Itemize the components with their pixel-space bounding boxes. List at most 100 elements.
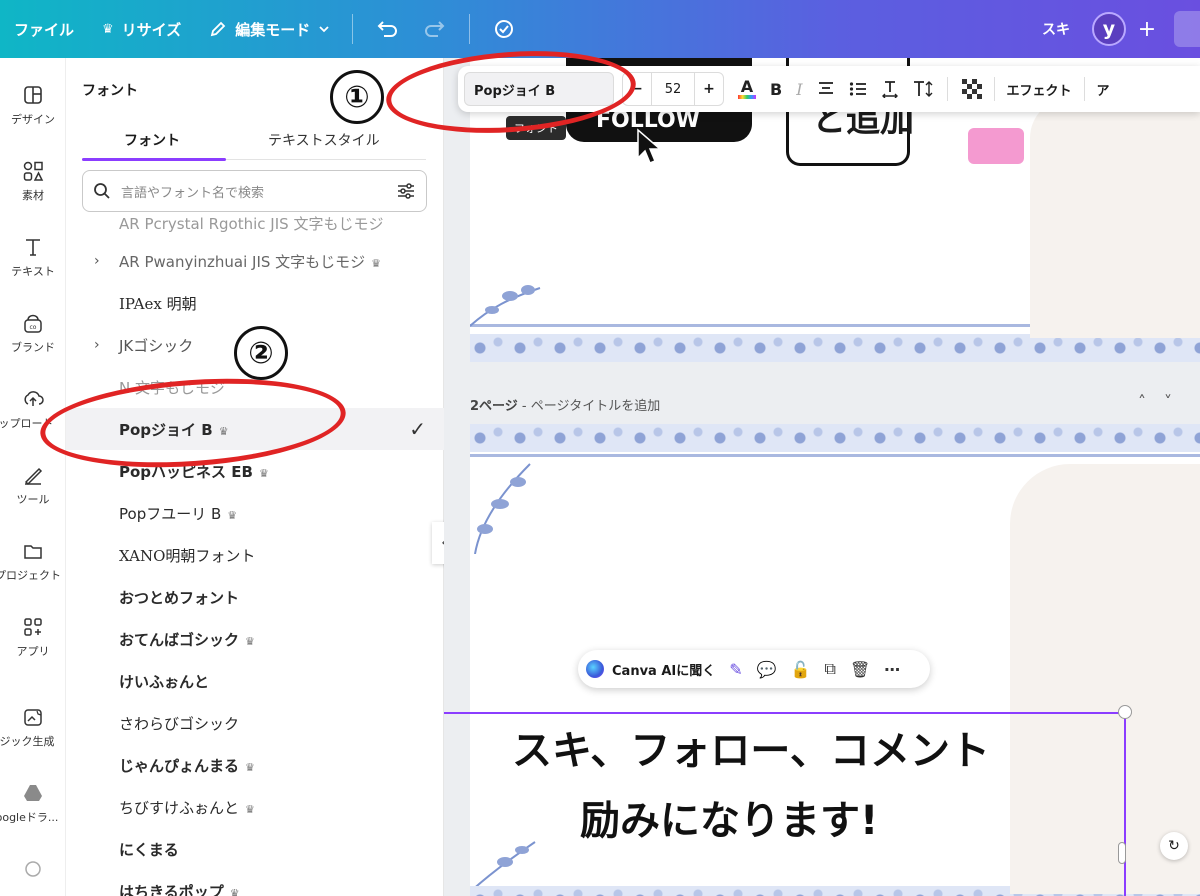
letter-spacing-button[interactable] <box>881 80 899 98</box>
page-nav[interactable]: ˄˅ <box>1138 392 1190 411</box>
font-item[interactable]: IPAex 明朝 <box>66 282 444 324</box>
crown-icon: ♛ <box>245 634 255 648</box>
font-item[interactable]: ちびすけふぉんと ♛ <box>66 786 444 828</box>
elements-icon <box>23 161 44 181</box>
like-label[interactable]: スキ <box>1042 19 1070 39</box>
resize-handle[interactable] <box>1118 705 1132 719</box>
google-drive-icon <box>24 785 42 801</box>
rail-label: ツール <box>16 493 50 506</box>
plus-icon: + <box>1137 16 1157 42</box>
headline-line-2[interactable]: 励みになります! <box>580 788 878 846</box>
magic-edit-icon[interactable]: ✎ <box>729 660 742 679</box>
search-icon <box>94 183 110 199</box>
resize-handle[interactable] <box>1118 842 1126 864</box>
rail-item-text[interactable]: テキスト <box>0 236 66 279</box>
rail-item-brand[interactable]: co ブランド <box>0 312 66 355</box>
font-item[interactable]: じゃんぴょんまる ♛ <box>66 744 444 786</box>
cloud-check-icon <box>495 20 514 38</box>
font-label: じゃんぴょんまる <box>119 756 240 775</box>
bold-button[interactable]: B <box>770 80 782 99</box>
rail-item-design[interactable]: デザイン <box>0 84 66 127</box>
apps-icon <box>24 618 42 636</box>
tab-text-styles[interactable]: テキストスタイル <box>268 130 380 150</box>
rail-item-apps[interactable]: アプリ <box>0 616 66 659</box>
text-icon <box>26 239 40 256</box>
font-label: はちきるポップ <box>119 882 224 896</box>
crown-icon: ♛ <box>245 802 255 816</box>
crown-icon: ♛ <box>258 466 269 480</box>
font-size-input[interactable]: 52 <box>651 73 695 105</box>
trash-icon[interactable]: 🗑 <box>850 660 870 679</box>
top-bar: ファイル ♛ リサイズ 編集モード スキ y + <box>0 0 1200 58</box>
filter-icon[interactable] <box>396 182 416 200</box>
size-increase-button[interactable]: + <box>695 73 723 105</box>
font-item[interactable]: › AR Pwanyinzhuai JIS 文字もじモジ ♛ <box>66 240 444 282</box>
font-name: XANO明朝フォント <box>119 546 256 565</box>
font-search-input[interactable]: 言語やフォント名で検索 <box>82 170 427 212</box>
rotate-icon[interactable]: ↻ <box>1160 832 1188 860</box>
list-icon <box>849 82 866 96</box>
tab-fonts[interactable]: フォント <box>124 130 180 150</box>
rail-item-magic-media[interactable]: ジック生成 <box>0 706 66 749</box>
ask-canva-ai-button[interactable]: Canva AIに聞く <box>612 660 715 679</box>
heart-icon <box>968 128 1024 164</box>
font-name: AR Pcrystal Rgothic JIS 文字もじモジ <box>119 216 384 233</box>
undo-button[interactable] <box>361 0 411 58</box>
chevron-up-icon[interactable]: ˄ <box>1138 392 1164 411</box>
font-item[interactable]: Popフユーリ B ♛ <box>66 492 444 534</box>
font-label: おてんばゴシック <box>119 630 240 649</box>
text-color-icon: A <box>740 77 754 96</box>
font-item[interactable]: けいふぉんと <box>66 660 444 702</box>
font-item[interactable]: XANO明朝フォント <box>66 534 444 576</box>
rail-label: アプリ <box>16 645 50 658</box>
comment-icon[interactable]: 💬 <box>757 660 777 679</box>
text-color-button[interactable]: A <box>738 79 756 99</box>
list-button[interactable] <box>849 81 867 97</box>
chevron-right-icon: › <box>94 253 100 269</box>
add-collaborator-button[interactable]: + <box>1130 12 1164 46</box>
edit-mode-label: 編集モード <box>235 20 311 39</box>
chevron-right-icon: › <box>94 337 100 353</box>
effects-button[interactable]: エフェクト <box>1007 80 1072 99</box>
animate-button[interactable]: ア <box>1097 80 1110 99</box>
text-size-button[interactable] <box>913 80 935 98</box>
align-button[interactable] <box>817 81 835 97</box>
italic-button[interactable]: I <box>796 80 802 99</box>
cloud-save-button[interactable] <box>478 0 530 58</box>
font-item[interactable]: はちきるポップ ♛ <box>66 870 444 896</box>
font-item[interactable]: おつとめフォント <box>66 576 444 618</box>
lock-icon[interactable]: 🔓 <box>791 660 811 679</box>
duplicate-icon[interactable]: ⧉ <box>825 659 836 679</box>
rail-item-tools[interactable]: ツール <box>0 464 66 507</box>
font-item[interactable]: おてんばゴシック ♛ <box>66 618 444 660</box>
crown-icon: ♛ <box>371 256 382 270</box>
rail-item-google-drive[interactable]: oogleドラ... <box>0 782 66 825</box>
font-panel: フォント フォント テキストスタイル 言語やフォント名で検索 AR Pcryst… <box>66 58 444 896</box>
redo-button[interactable] <box>411 0 461 58</box>
font-label: ちびすけふぉんと <box>119 798 240 817</box>
resize-button[interactable]: ♛ リサイズ <box>88 0 195 58</box>
page-2-title[interactable]: 2ページ - ページタイトルを追加 <box>470 395 660 414</box>
rail-item-projects[interactable]: プロジェクト <box>0 540 66 583</box>
font-item[interactable]: さわらびゴシック <box>66 702 444 744</box>
font-item[interactable]: にくまる <box>66 828 444 870</box>
edit-mode-dropdown[interactable]: 編集モード <box>195 0 344 58</box>
design-icon <box>24 86 42 104</box>
character-illustration <box>1030 98 1200 338</box>
share-button[interactable] <box>1174 11 1200 47</box>
font-list: AR Pcrystal Rgothic JIS 文字もじモジ › AR Pwany… <box>66 216 444 896</box>
crown-icon: ♛ <box>229 886 240 896</box>
upload-icon <box>24 391 44 406</box>
tools-icon <box>24 467 43 486</box>
redo-icon <box>425 21 445 37</box>
more-icon[interactable]: ⋯ <box>884 660 900 679</box>
chevron-down-icon[interactable]: ˅ <box>1164 392 1190 411</box>
headline-line-1[interactable]: スキ、フォロー、コメント <box>512 718 990 776</box>
rail-item-elements[interactable]: 素材 <box>0 160 66 203</box>
avatar[interactable]: y <box>1092 12 1126 46</box>
rail-item-more[interactable] <box>0 860 66 883</box>
transparency-icon <box>961 79 982 99</box>
transparency-button[interactable] <box>961 79 982 99</box>
file-menu[interactable]: ファイル <box>0 0 88 58</box>
divider <box>993 77 995 101</box>
